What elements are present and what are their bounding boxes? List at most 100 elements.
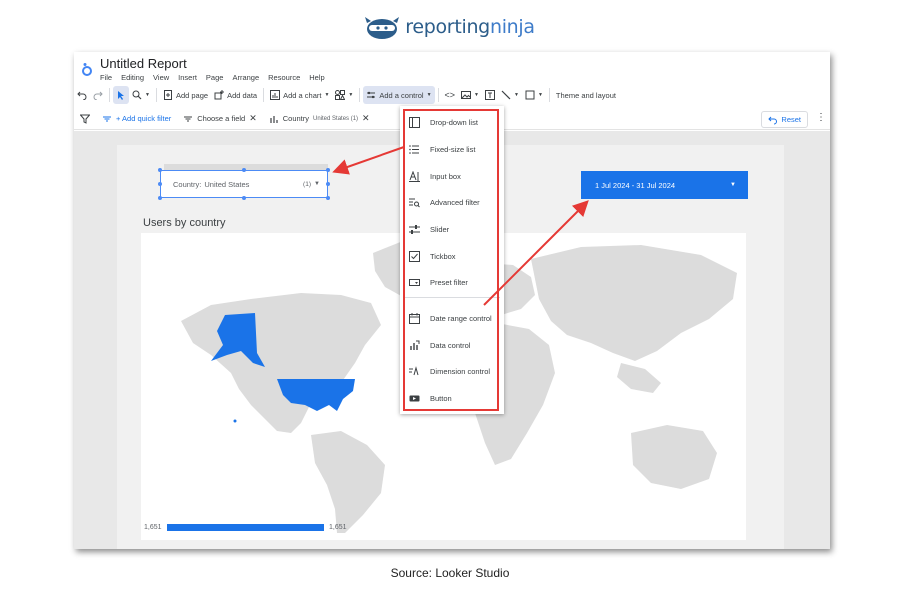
reset-label: Reset: [781, 115, 801, 124]
add-page-button[interactable]: Add page: [160, 86, 211, 104]
chevron-down-icon: ▼: [730, 182, 736, 188]
close-icon[interactable]: ✕: [362, 113, 370, 124]
toolbar-divider: [437, 88, 439, 102]
line-icon: [501, 90, 511, 100]
text-button[interactable]: [482, 86, 498, 104]
resize-handle[interactable]: [242, 196, 246, 200]
resize-handle[interactable]: [158, 168, 162, 172]
chart-icon: [270, 90, 281, 100]
legend-max-value: 1,651: [329, 524, 347, 531]
toolbar-divider: [263, 88, 265, 102]
add-control-label: Add a control: [379, 90, 424, 100]
reset-button[interactable]: Reset: [761, 111, 808, 128]
reset-icon: [768, 116, 778, 124]
menu-insert[interactable]: Insert: [178, 73, 197, 82]
looker-studio-window: Untitled Report File Editing View Insert…: [74, 52, 830, 549]
menu-editing[interactable]: Editing: [121, 73, 144, 82]
close-icon[interactable]: ✕: [249, 113, 257, 124]
country-filter-chip[interactable]: Country United States (1) ✕: [263, 109, 376, 129]
chevron-down-icon: ▼: [348, 92, 354, 98]
quick-filter-icon: [103, 116, 111, 121]
report-title[interactable]: Untitled Report: [100, 56, 187, 71]
zoom-button[interactable]: ▼: [129, 86, 153, 104]
chevron-down-icon: ▼: [324, 92, 330, 98]
menu-help[interactable]: Help: [309, 73, 324, 82]
menu-resource[interactable]: Resource: [268, 73, 300, 82]
filter-toggle[interactable]: [74, 109, 96, 129]
line-button[interactable]: ▼: [498, 86, 522, 104]
menu-view[interactable]: View: [153, 73, 169, 82]
brand-name: reportingninja: [405, 16, 535, 38]
code-icon: <>: [444, 90, 456, 100]
date-range-value: 1 Jul 2024 - 31 Jul 2024: [595, 180, 676, 190]
brand-name-main: reporting: [405, 16, 490, 38]
menu-page[interactable]: Page: [206, 73, 224, 82]
map-region-asia: [531, 245, 737, 361]
add-data-button[interactable]: Add data: [211, 86, 260, 104]
source-caption: Source: Looker Studio: [390, 566, 510, 580]
looker-studio-logo-icon: [82, 63, 92, 76]
country-chip-detail: United States (1): [313, 115, 359, 122]
add-quick-filter-button[interactable]: + Add quick filter: [96, 109, 177, 129]
map-region-australia: [631, 425, 717, 489]
select-tool-button[interactable]: [113, 86, 129, 104]
legend-min-value: 1,651: [144, 524, 162, 531]
chart-title: Users by country: [143, 217, 226, 229]
add-page-label: Add page: [175, 90, 209, 100]
chevron-down-icon: ▼: [145, 92, 150, 98]
brand-header: reportingninja: [0, 14, 900, 40]
date-range-control[interactable]: 1 Jul 2024 - 31 Jul 2024 ▼: [581, 171, 748, 199]
text-box-icon: [485, 90, 495, 100]
redo-icon: [93, 91, 103, 100]
resize-handle[interactable]: [242, 168, 246, 172]
add-data-icon: [214, 90, 225, 100]
control-icon: [367, 91, 376, 99]
menu-arrange[interactable]: Arrange: [232, 73, 259, 82]
menu-bar: File Editing View Insert Page Arrange Re…: [100, 73, 325, 82]
chevron-down-icon: ▼: [426, 92, 432, 98]
redo-button[interactable]: [90, 86, 106, 104]
more-options-icon[interactable]: ⋮: [816, 112, 826, 123]
ninja-logo-icon: [365, 17, 400, 39]
toolbar-divider: [548, 88, 550, 102]
quick-filter-icon: [184, 116, 193, 121]
menu-file[interactable]: File: [100, 73, 112, 82]
country-control-value: United States: [204, 179, 250, 189]
map-region-hawaii: [233, 419, 237, 423]
insert-image-button[interactable]: ▼: [458, 86, 482, 104]
legend-color-bar: [167, 524, 324, 531]
add-chart-label: Add a chart: [283, 90, 322, 100]
embed-url-button[interactable]: <>: [442, 86, 459, 104]
resize-handle[interactable]: [326, 168, 330, 172]
menu-highlight-box: [403, 109, 499, 411]
add-control-button[interactable]: Add a control ▼: [363, 86, 435, 104]
resize-handle[interactable]: [326, 182, 330, 186]
toolbar-divider: [359, 88, 361, 102]
chevron-down-icon: ▼: [537, 92, 543, 98]
resize-handle[interactable]: [158, 182, 162, 186]
filter-icon: [80, 114, 90, 124]
country-dropdown-control[interactable]: Country: United States (1) ▼: [160, 170, 328, 198]
map-region-south-america: [311, 431, 385, 533]
dimension-icon: [270, 115, 278, 123]
country-chip-label: Country: [282, 114, 310, 123]
community-viz-button[interactable]: ▼: [332, 86, 356, 104]
add-page-icon: [163, 90, 172, 100]
shape-button[interactable]: ▼: [522, 86, 546, 104]
toolbar-divider: [109, 88, 110, 102]
add-chart-button[interactable]: Add a chart ▼: [267, 86, 332, 104]
add-data-label: Add data: [227, 90, 258, 100]
image-icon: [461, 91, 472, 99]
square-icon: [525, 90, 535, 100]
map-region-north-america: [181, 293, 381, 433]
add-quick-filter-label: + Add quick filter: [116, 114, 172, 123]
zoom-icon: [132, 90, 142, 100]
undo-icon: [77, 91, 87, 100]
choose-field-chip[interactable]: Choose a field ✕: [177, 109, 263, 129]
theme-layout-button[interactable]: Theme and layout: [553, 86, 619, 104]
undo-button[interactable]: [74, 86, 90, 104]
resize-handle[interactable]: [158, 196, 162, 200]
resize-handle[interactable]: [326, 196, 330, 200]
community-viz-icon: [335, 90, 346, 100]
cursor-icon: [118, 91, 124, 100]
